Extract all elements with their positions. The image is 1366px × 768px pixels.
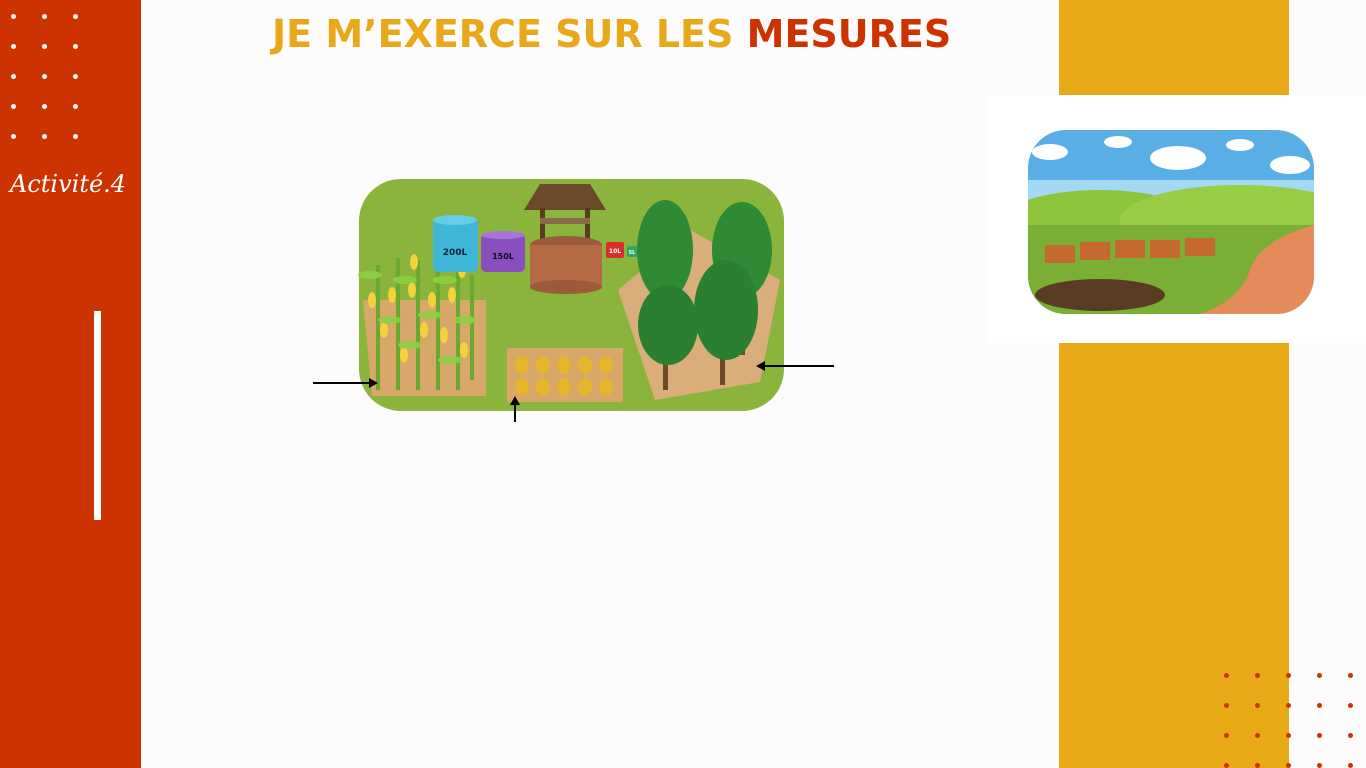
farm-illustration: 200L 150L 10L 5L: [358, 179, 784, 411]
pineapple: [515, 378, 529, 396]
barrel-150l-label: 150L: [492, 252, 514, 261]
barrel-200l: [433, 215, 478, 272]
illustrations-layer: 200L 150L 10L 5L: [313, 130, 1314, 422]
pineapple: [599, 356, 613, 374]
bucket-5l-label: 5L: [629, 250, 636, 256]
bucket-10l-label: 10L: [609, 248, 621, 255]
pineapple: [578, 378, 592, 396]
pineapple: [557, 378, 571, 396]
pineapple: [599, 378, 613, 396]
pineapple: [536, 356, 550, 374]
pineapple: [515, 356, 529, 374]
pineapple: [536, 378, 550, 396]
landscape-illustration: [1028, 130, 1314, 314]
pineapple: [578, 356, 592, 374]
pineapple: [557, 356, 571, 374]
barrel-200l-label: 200L: [443, 248, 468, 258]
